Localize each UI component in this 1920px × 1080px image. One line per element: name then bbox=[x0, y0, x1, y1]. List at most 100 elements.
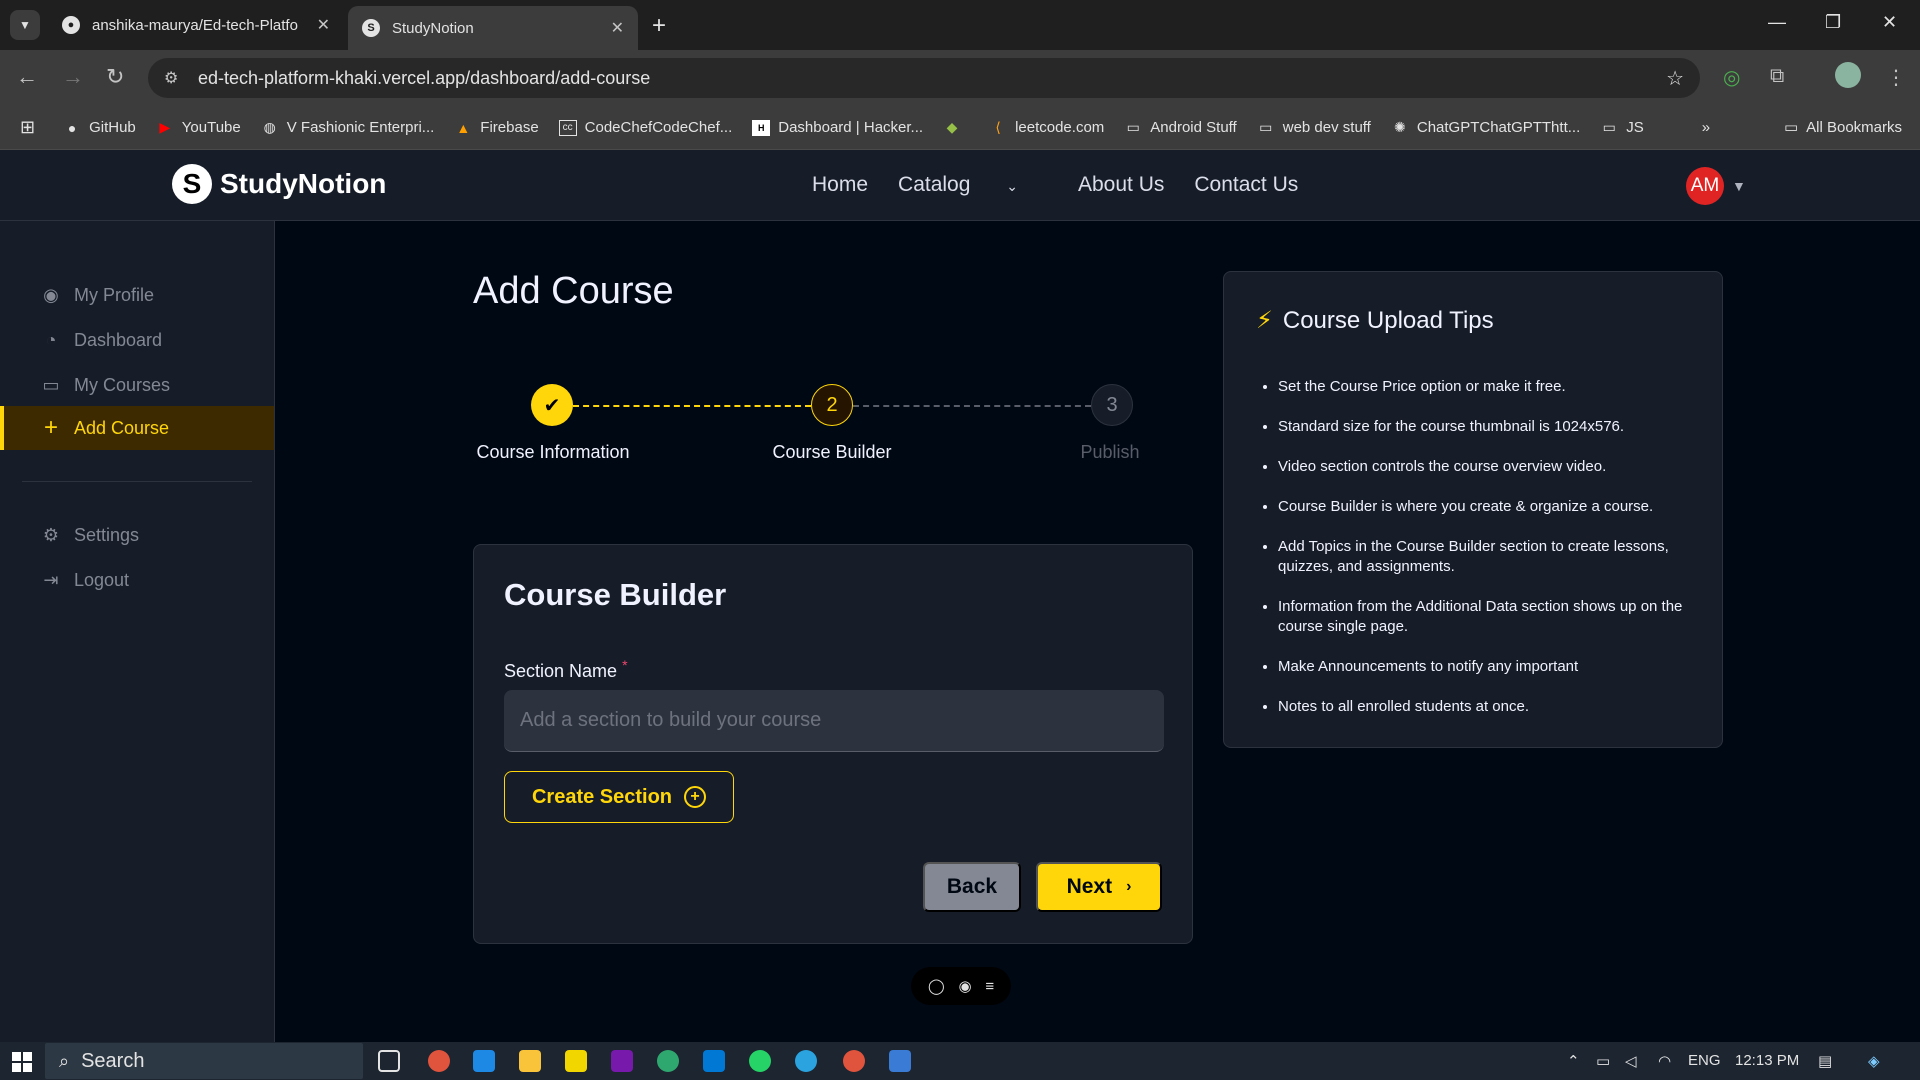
sidebar-item-add-course[interactable]: + Add Course bbox=[0, 406, 274, 450]
main-nav: Home Catalog ⌄ About Us Contact Us bbox=[812, 173, 1328, 197]
menu-dots-icon[interactable]: ⋮ bbox=[1886, 65, 1906, 90]
bookmark-youtube[interactable]: ▶ YouTube bbox=[156, 119, 240, 136]
bookmark-shopify[interactable]: ◆ bbox=[943, 119, 969, 136]
bookmark-star-icon[interactable]: ☆ bbox=[1666, 66, 1684, 91]
page-title: Add Course bbox=[473, 270, 674, 312]
step-3-label: Publish bbox=[1080, 442, 1140, 462]
photos-icon[interactable] bbox=[889, 1050, 911, 1072]
restore-icon[interactable]: ❐ bbox=[1825, 12, 1841, 33]
extensions-icon[interactable]: ⧉ bbox=[1770, 65, 1784, 88]
browser-tab-studynotion[interactable]: S StudyNotion ✕ bbox=[348, 6, 638, 50]
onenote-icon[interactable] bbox=[611, 1050, 633, 1072]
back-button[interactable]: Back bbox=[923, 862, 1021, 912]
sidebar-item-settings[interactable]: ⚙ Settings bbox=[0, 513, 274, 557]
new-tab-icon[interactable]: + bbox=[652, 12, 666, 40]
browser-tab-github[interactable]: ● anshika-maurya/Ed-tech-Platfo ✕ bbox=[48, 7, 344, 43]
studynotion-logo[interactable]: S StudyNotion bbox=[172, 164, 386, 204]
firebase-icon: ▲ bbox=[456, 119, 471, 136]
tab-search-button[interactable]: ▼ bbox=[10, 10, 40, 40]
bookmark-github[interactable]: ● GitHub bbox=[63, 119, 136, 136]
bookmark-js-folder[interactable]: ▭ JS bbox=[1600, 119, 1644, 136]
chrome-profile-avatar[interactable] bbox=[1835, 62, 1861, 88]
whatsapp-icon[interactable] bbox=[749, 1050, 771, 1072]
copilot-icon[interactable]: ◈ bbox=[1868, 1052, 1880, 1070]
tip-item: Standard size for the course thumbnail i… bbox=[1278, 417, 1698, 437]
nav-contact[interactable]: Contact Us bbox=[1194, 173, 1298, 197]
bookmark-chatgpt[interactable]: ✺ ChatGPTChatGPTThtt... bbox=[1391, 119, 1580, 136]
card-title: Course Builder bbox=[504, 577, 727, 612]
url-text: ed-tech-platform-khaki.vercel.app/dashbo… bbox=[198, 67, 651, 88]
close-icon[interactable]: ✕ bbox=[611, 18, 624, 38]
sticky-notes-icon[interactable] bbox=[565, 1050, 587, 1072]
file-explorer-icon[interactable] bbox=[519, 1050, 541, 1072]
studynotion-icon: S bbox=[362, 19, 380, 37]
tab-title: anshika-maurya/Ed-tech-Platfo bbox=[92, 16, 298, 34]
bookmark-hackerrank[interactable]: H Dashboard | Hacker... bbox=[752, 119, 923, 136]
close-icon[interactable]: ✕ bbox=[317, 15, 330, 35]
edge-icon[interactable] bbox=[657, 1050, 679, 1072]
youtube-icon: ▶ bbox=[159, 119, 171, 135]
address-bar[interactable]: ⚙ ed-tech-platform-khaki.vercel.app/dash… bbox=[148, 58, 1700, 98]
back-arrow-icon[interactable]: ← bbox=[16, 64, 38, 90]
bookmark-android-folder[interactable]: ▭ Android Stuff bbox=[1124, 119, 1237, 136]
stepper-connector-2 bbox=[853, 405, 1091, 407]
chrome-app-icon[interactable] bbox=[428, 1050, 450, 1072]
browser-tab-bar: ▼ ● anshika-maurya/Ed-tech-Platfo ✕ S St… bbox=[0, 0, 1920, 50]
telegram-icon[interactable] bbox=[795, 1050, 817, 1072]
nav-about[interactable]: About Us bbox=[1078, 173, 1164, 197]
more-bookmarks-icon[interactable]: » bbox=[1702, 119, 1710, 136]
wifi-icon[interactable]: ◠ bbox=[1658, 1052, 1671, 1070]
notifications-icon[interactable]: ▤ bbox=[1818, 1052, 1832, 1070]
comment-icon[interactable]: ◯ bbox=[928, 977, 945, 995]
course-builder-card: Course Builder Section Name * Create Sec… bbox=[473, 544, 1193, 944]
sidebar-item-logout[interactable]: ⇥ Logout bbox=[0, 558, 274, 602]
bookmark-label: Android Stuff bbox=[1150, 119, 1237, 136]
nav-home[interactable]: Home bbox=[812, 173, 868, 197]
site-info-icon[interactable]: ⚙ bbox=[164, 68, 178, 88]
nav-catalog[interactable]: Catalog ⌄ bbox=[898, 173, 1048, 197]
hackerrank-icon: H bbox=[752, 119, 771, 136]
all-bookmarks[interactable]: ▭ All Bookmarks bbox=[1784, 118, 1902, 137]
caret-down-icon: ▼ bbox=[1732, 178, 1746, 194]
plus-icon: + bbox=[43, 414, 58, 441]
list-icon[interactable]: ≡ bbox=[985, 978, 994, 995]
bookmark-webdev-folder[interactable]: ▭ web dev stuff bbox=[1257, 119, 1371, 136]
tray-chevron-icon[interactable]: ⌃ bbox=[1567, 1052, 1580, 1070]
bookmark-label: CodeChefCodeChef... bbox=[584, 119, 733, 136]
windows-start-icon[interactable] bbox=[12, 1052, 32, 1072]
profile-dropdown[interactable]: AM ▼ bbox=[1686, 167, 1746, 205]
globe-icon: ◍ bbox=[263, 119, 276, 135]
bookmark-vfashionic[interactable]: ◍ V Fashionic Enterpri... bbox=[261, 119, 435, 136]
battery-icon[interactable]: ▭ bbox=[1596, 1052, 1610, 1070]
sidebar-item-label: My Profile bbox=[74, 284, 155, 305]
section-name-label: Section Name * bbox=[504, 657, 628, 682]
bookmark-firebase[interactable]: ▲ Firebase bbox=[454, 119, 538, 136]
forward-arrow-icon[interactable]: → bbox=[62, 64, 84, 90]
create-section-button[interactable]: Create Section + bbox=[504, 771, 734, 823]
volume-icon[interactable]: ◁ bbox=[1625, 1052, 1637, 1070]
sidebar-item-dashboard[interactable]: ◔ Dashboard bbox=[0, 318, 274, 362]
clock[interactable]: 12:13 PM bbox=[1735, 1052, 1799, 1069]
apps-grid-icon[interactable]: ⊞ bbox=[20, 117, 35, 138]
section-name-input[interactable] bbox=[504, 690, 1164, 752]
minimize-icon[interactable]: — bbox=[1768, 12, 1786, 33]
reload-icon[interactable]: ↻ bbox=[106, 64, 124, 90]
sidebar-item-my-profile[interactable]: ◉ My Profile bbox=[0, 273, 274, 317]
bookmark-leetcode[interactable]: ⟨ leetcode.com bbox=[989, 119, 1104, 136]
close-window-icon[interactable]: ✕ bbox=[1882, 12, 1897, 33]
eye-icon[interactable]: ◉ bbox=[958, 977, 971, 995]
sidebar-item-my-courses[interactable]: ▭ My Courses bbox=[0, 363, 274, 407]
bookmark-codechef[interactable]: cc CodeChefCodeChef... bbox=[558, 119, 733, 136]
course-upload-tips: ⚡ Course Upload Tips Set the Course Pric… bbox=[1223, 271, 1723, 748]
next-button[interactable]: Next › bbox=[1036, 862, 1162, 912]
codechef-icon: cc bbox=[558, 119, 577, 136]
bookmark-label: GitHub bbox=[89, 119, 136, 136]
language-indicator[interactable]: ENG bbox=[1688, 1052, 1721, 1069]
task-view-icon[interactable] bbox=[378, 1050, 400, 1072]
mail-app-icon[interactable] bbox=[473, 1050, 495, 1072]
taskbar-search[interactable]: ⌕ Search bbox=[45, 1043, 363, 1079]
grammarly-icon[interactable]: ◎ bbox=[1723, 65, 1740, 90]
vscode-icon[interactable] bbox=[703, 1050, 725, 1072]
chrome-active-icon[interactable] bbox=[843, 1050, 865, 1072]
floating-toolbar: ◯ ◉ ≡ bbox=[911, 967, 1011, 1005]
